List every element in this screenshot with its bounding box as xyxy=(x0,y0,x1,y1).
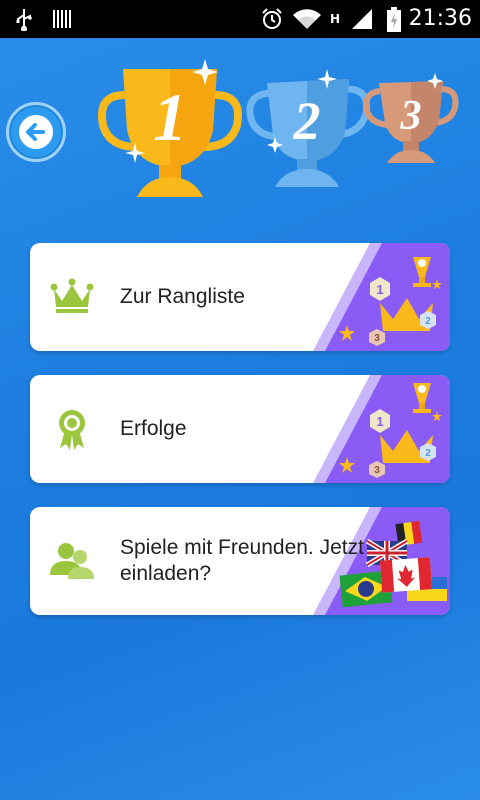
achievements-card[interactable]: Erfolge 1 2 3 xyxy=(30,375,450,483)
svg-text:1: 1 xyxy=(153,79,187,155)
alarm-icon xyxy=(262,8,282,29)
svg-text:3: 3 xyxy=(374,465,380,476)
svg-text:1: 1 xyxy=(376,414,383,429)
signal-icon xyxy=(352,9,372,29)
achievements-decoration: 1 2 3 xyxy=(313,375,450,483)
leaderboard-decoration: 1 2 3 xyxy=(313,243,450,351)
battery-icon xyxy=(387,7,401,32)
usb-icon xyxy=(16,9,32,31)
friends-icon xyxy=(50,543,94,579)
barcode-icon xyxy=(53,10,71,28)
svg-text:3: 3 xyxy=(374,333,380,344)
invite-friends-label: Spiele mit Freunden. Jetzt einladen? xyxy=(120,535,364,587)
svg-text:2: 2 xyxy=(425,316,431,327)
svg-text:1: 1 xyxy=(376,282,383,297)
crown-icon xyxy=(50,278,94,313)
achievements-label: Erfolge xyxy=(120,417,187,440)
bronze-trophy-icon: 3 xyxy=(363,73,459,163)
clock: 21:36 xyxy=(408,6,472,31)
invite-friends-card[interactable]: Spiele mit Freunden. Jetzt einladen? xyxy=(30,507,450,615)
silver-trophy-icon: 2 xyxy=(246,69,371,187)
leaderboard-card[interactable]: Zur Rangliste 1 2 3 xyxy=(30,243,450,351)
leaderboard-label: Zur Rangliste xyxy=(120,285,245,308)
wifi-icon xyxy=(293,9,321,29)
award-icon xyxy=(59,410,85,450)
network-type-label: H xyxy=(330,12,341,26)
invite-friends-label-line1: Spiele mit Freunden. Jetzt xyxy=(120,536,364,559)
svg-text:3: 3 xyxy=(400,93,422,139)
trophies-graphic: 1 2 3 xyxy=(98,59,459,197)
back-button[interactable] xyxy=(6,102,66,162)
status-bar: H 21:36 xyxy=(0,0,480,38)
svg-text:2: 2 xyxy=(293,91,321,151)
arrow-left-icon xyxy=(19,115,53,149)
svg-text:2: 2 xyxy=(425,448,431,459)
invite-friends-label-line2: einladen? xyxy=(120,562,212,585)
gold-trophy-icon: 1 xyxy=(98,59,242,197)
